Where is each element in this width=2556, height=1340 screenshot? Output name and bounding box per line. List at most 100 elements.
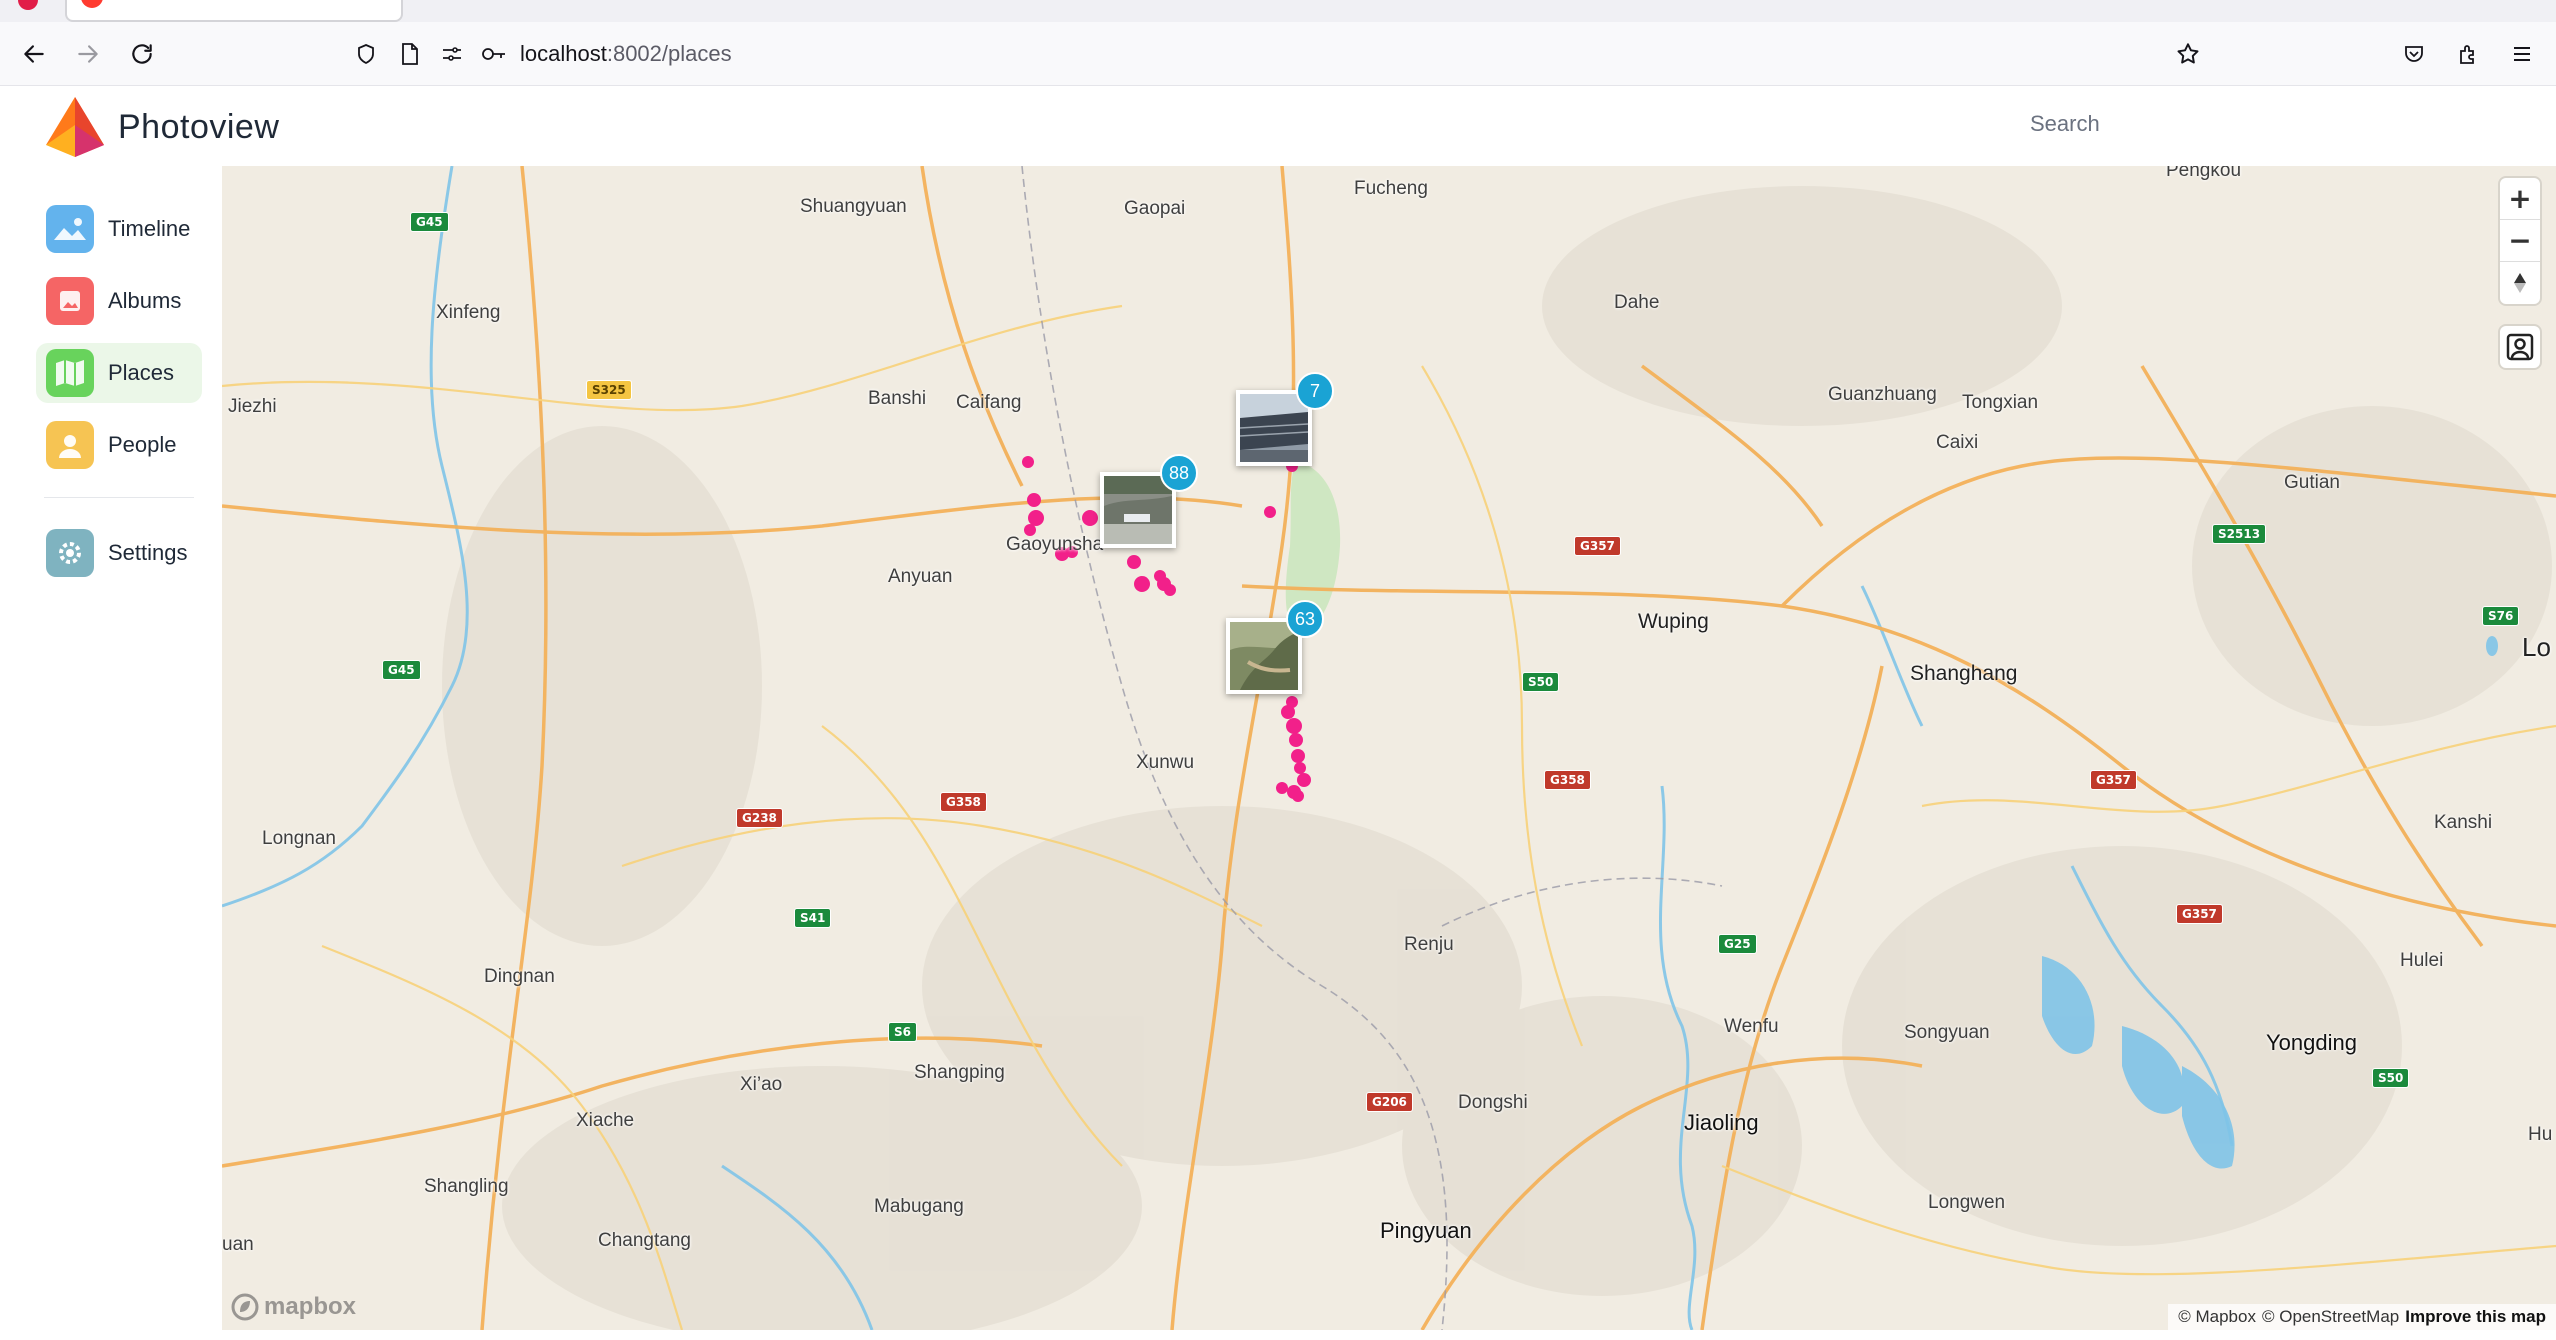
url-bar[interactable]: localhost:8002/places xyxy=(340,34,2240,74)
places-icon xyxy=(46,349,94,397)
cluster-count-badge: 7 xyxy=(1296,372,1334,410)
compass-button[interactable] xyxy=(2500,262,2540,304)
route-shield: S41 xyxy=(794,908,832,928)
sidebar-item-label: People xyxy=(108,432,177,457)
key-icon[interactable] xyxy=(478,38,510,70)
route-shield: S50 xyxy=(2372,1068,2410,1088)
shield-icon[interactable] xyxy=(350,38,382,70)
bookmark-button[interactable] xyxy=(2168,34,2208,74)
sidebar-item-albums[interactable]: Albums xyxy=(36,271,202,331)
mapbox-logo[interactable]: mapbox xyxy=(230,1292,356,1322)
place-label: Wuping xyxy=(1638,610,1709,633)
forward-button[interactable] xyxy=(68,34,108,74)
route-shield: S2513 xyxy=(2212,524,2267,544)
brand[interactable]: Photoview xyxy=(44,95,279,159)
place-label: Shanghang xyxy=(1910,662,2018,685)
settings-icon xyxy=(46,529,94,577)
sidebar-item-label: Settings xyxy=(108,540,188,565)
photo-cluster-marker[interactable]: 88 xyxy=(1100,454,1198,548)
place-label: Fucheng xyxy=(1354,178,1428,199)
place-label: Shangping xyxy=(914,1062,1005,1083)
sidebar: Timeline Albums Places People Settings xyxy=(0,165,222,1340)
sidebar-item-places[interactable]: Places xyxy=(36,343,202,403)
route-shield: G25 xyxy=(1718,934,1757,954)
cluster-count-badge: 63 xyxy=(1286,600,1324,638)
photoview-logo-icon xyxy=(46,97,104,157)
reload-button[interactable] xyxy=(122,34,162,74)
url-host: localhost xyxy=(520,41,607,66)
place-label: Gutian xyxy=(2284,472,2340,493)
sidebar-divider xyxy=(44,497,194,498)
permissions-icon[interactable] xyxy=(436,38,468,70)
sidebar-item-label: Timeline xyxy=(108,216,191,241)
people-icon xyxy=(46,421,94,469)
photo-cluster-marker[interactable]: 63 xyxy=(1226,600,1324,694)
place-label: Tongxian xyxy=(1962,392,2039,413)
geolocate-button[interactable] xyxy=(2500,326,2540,368)
tab-favicon-icon xyxy=(81,0,103,8)
place-label: Jiezhi xyxy=(228,396,277,417)
browser-tab-active[interactable] xyxy=(65,0,403,22)
reload-icon xyxy=(132,44,152,64)
cluster-count-badge: 88 xyxy=(1160,454,1198,492)
extensions-icon xyxy=(2460,45,2474,64)
place-label: Hulei xyxy=(2400,950,2444,971)
mapbox-logo-icon xyxy=(231,1293,259,1321)
place-label: Dingnan xyxy=(484,966,555,987)
extensions-button[interactable] xyxy=(2448,34,2488,74)
place-label: Longwen xyxy=(1928,1192,2006,1213)
place-label: Changtang xyxy=(598,1230,691,1251)
map-base-layer xyxy=(222,166,2556,1330)
star-icon xyxy=(2177,43,2199,64)
place-label: Guanzhuang xyxy=(1828,384,1937,405)
route-shield: G357 xyxy=(2090,770,2137,790)
user-location-icon xyxy=(2506,333,2534,361)
sidebar-item-timeline[interactable]: Timeline xyxy=(36,199,202,259)
sidebar-item-settings[interactable]: Settings xyxy=(36,523,202,583)
place-label: Caifang xyxy=(956,392,1022,413)
forward-arrow-icon xyxy=(78,45,98,63)
mapbox-logo-text: mapbox xyxy=(264,1293,357,1320)
url-text[interactable]: localhost:8002/places xyxy=(520,41,732,67)
place-label: Gaopai xyxy=(1124,198,1186,219)
place-label: Xunwu xyxy=(1136,752,1195,773)
places-map[interactable]: Shuangyuan Gaopai Fucheng Pengkou Xinfen… xyxy=(222,166,2556,1330)
map-navigation-controls: + − xyxy=(2500,178,2540,304)
route-shield: S325 xyxy=(586,380,632,400)
route-shield: S6 xyxy=(888,1022,917,1042)
route-shield: S50 xyxy=(1522,672,1560,692)
attribution-mapbox-link[interactable]: © Mapbox xyxy=(2178,1307,2256,1327)
place-label: Kanshi xyxy=(2434,812,2493,833)
timeline-icon xyxy=(46,205,94,253)
search-input[interactable] xyxy=(2030,101,2510,147)
hamburger-icon xyxy=(2514,47,2530,61)
photo-cluster-marker[interactable]: 7 xyxy=(1236,372,1334,466)
place-label: Shuangyuan xyxy=(800,196,907,217)
sidebar-item-people[interactable]: People xyxy=(36,415,202,475)
page-icon[interactable] xyxy=(394,38,426,70)
place-label: Xiache xyxy=(576,1110,635,1131)
back-button[interactable] xyxy=(14,34,54,74)
map-attribution: © Mapbox © OpenStreetMap Improve this ma… xyxy=(2168,1304,2556,1330)
improve-map-link[interactable]: Improve this map xyxy=(2405,1307,2546,1327)
route-shield: G238 xyxy=(736,808,783,828)
place-label: Pingyuan xyxy=(1380,1218,1472,1243)
place-label: Dahe xyxy=(1614,292,1660,313)
browser-tabstrip xyxy=(0,0,2556,22)
zoom-out-button[interactable]: − xyxy=(2500,220,2540,262)
place-label: Hu xyxy=(2528,1124,2553,1145)
pocket-button[interactable] xyxy=(2394,34,2434,74)
menu-button[interactable] xyxy=(2502,34,2542,74)
cluster-thumbnail xyxy=(1230,622,1298,690)
place-label: Pengkou xyxy=(2166,166,2242,181)
route-shield: G357 xyxy=(2176,904,2223,924)
place-label: uan xyxy=(222,1234,254,1255)
zoom-in-button[interactable]: + xyxy=(2500,178,2540,220)
cluster-thumbnail xyxy=(1104,476,1172,544)
browser-navbar: localhost:8002/places xyxy=(0,22,2556,86)
place-label: Lo xyxy=(2522,632,2551,662)
attribution-osm-link[interactable]: © OpenStreetMap xyxy=(2262,1307,2399,1327)
browser-tab-indicator xyxy=(18,0,38,10)
place-label: Anyuan xyxy=(888,566,953,587)
place-label: Banshi xyxy=(868,388,927,409)
